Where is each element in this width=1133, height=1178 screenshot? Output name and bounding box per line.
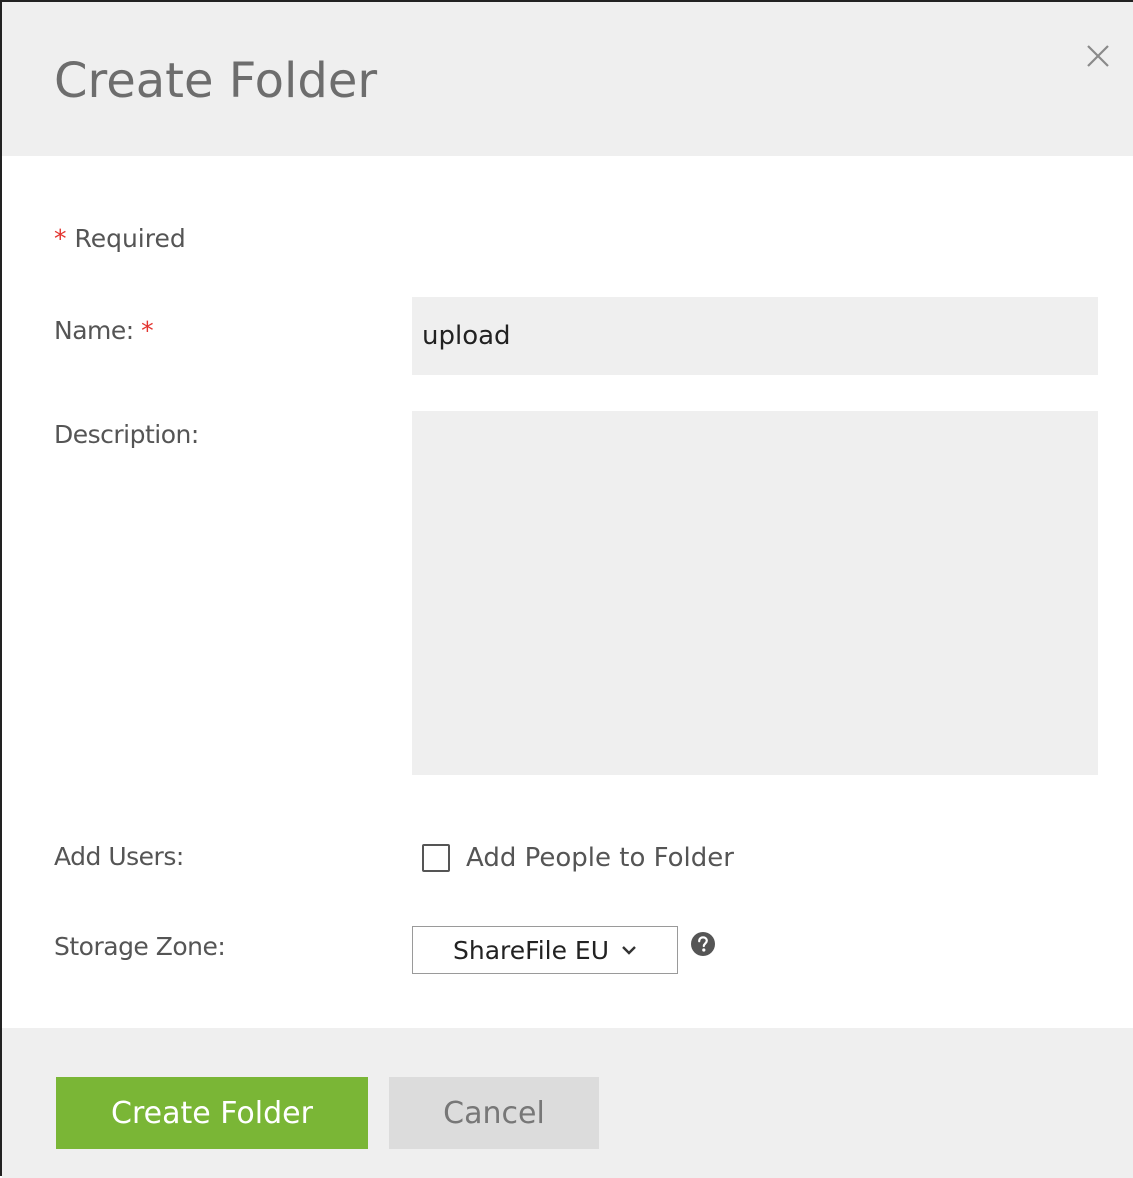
required-note: * Required [54,224,186,253]
required-star: * [54,224,67,253]
storage-zone-select[interactable]: ShareFile EU [412,926,678,974]
create-folder-button[interactable]: Create Folder [56,1077,368,1149]
dialog-header: Create Folder [2,2,1133,156]
storage-zone-help-button[interactable] [690,931,716,957]
add-users-label: Add Users: [54,842,184,871]
close-icon [1087,45,1109,67]
create-folder-dialog: Create Folder * Required Name: * Descrip… [0,0,1133,1178]
chevron-down-icon [621,944,637,956]
required-note-text: Required [74,224,186,253]
storage-zone-selected-value: ShareFile EU [452,935,610,965]
name-label: Name: * [54,316,154,345]
add-people-checkbox[interactable] [422,844,450,872]
name-label-text: Name: [54,316,134,345]
cancel-button[interactable]: Cancel [389,1077,599,1149]
add-people-checkbox-row[interactable]: Add People to Folder [422,840,734,876]
name-input[interactable] [412,297,1098,375]
description-textarea[interactable] [412,411,1098,775]
close-button[interactable] [1080,38,1116,74]
add-people-checkbox-label[interactable]: Add People to Folder [466,843,734,873]
storage-zone-label: Storage Zone: [54,932,226,961]
question-circle-icon [691,932,715,956]
dialog-title: Create Folder [54,53,378,109]
description-label: Description: [54,420,199,449]
name-required-star: * [141,316,154,345]
